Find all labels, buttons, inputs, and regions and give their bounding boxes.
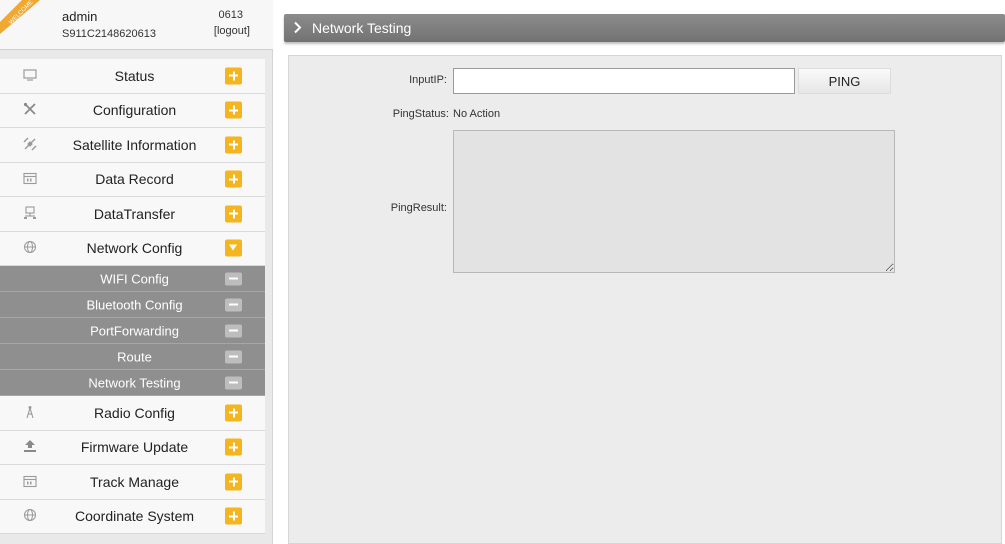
upload-icon: [23, 439, 37, 455]
expand-plus-icon[interactable]: [225, 473, 242, 491]
minus-icon: [225, 376, 242, 389]
collapse-arrow-icon[interactable]: [225, 239, 242, 257]
sidebar: WELCOME admin S911C2148620613 0613 [logo…: [0, 0, 273, 544]
network-testing-form: InputIP: PING PingStatus: No Action Ping…: [288, 55, 1002, 544]
sidebar-item-label: Firmware Update: [80, 439, 189, 456]
sidebar-item-coordinate-system[interactable]: Coordinate System: [0, 499, 265, 534]
sidebar-item-label: Network Config: [86, 240, 183, 257]
antenna-icon: [23, 405, 37, 421]
submenu-item-label: WIFI Config: [100, 271, 169, 286]
ping-result-textarea[interactable]: [453, 130, 895, 273]
page-title: Network Testing: [312, 20, 412, 36]
expand-plus-icon[interactable]: [225, 67, 242, 85]
submenu-item-label: Bluetooth Config: [86, 297, 183, 312]
monitor-icon: [23, 69, 37, 83]
device-serial: S911C2148620613: [62, 28, 156, 40]
expand-plus-icon[interactable]: [225, 136, 242, 154]
tools-icon: [23, 102, 37, 118]
submenu-item-bluetooth-config[interactable]: Bluetooth Config: [0, 292, 265, 318]
calendar-icon: [23, 474, 37, 489]
sidebar-item-configuration[interactable]: Configuration: [0, 93, 265, 128]
expand-plus-icon[interactable]: [225, 404, 242, 422]
submenu-item-label: Route: [117, 349, 152, 364]
sidebar-item-label: DataTransfer: [93, 205, 176, 222]
submenu-item-label: Network Testing: [88, 375, 181, 390]
sidebar-item-status[interactable]: Status: [0, 59, 265, 94]
expand-plus-icon[interactable]: [225, 438, 242, 456]
network-icon: [23, 206, 37, 222]
sidebar-item-label: Status: [114, 67, 155, 84]
chevron-right-icon: [293, 21, 302, 39]
satellite-icon: [23, 137, 37, 153]
expand-plus-icon[interactable]: [225, 101, 242, 119]
minus-icon: [225, 350, 242, 363]
sidebar-item-datatransfer[interactable]: DataTransfer: [0, 197, 265, 232]
submenu-item-wifi-config[interactable]: WIFI Config: [0, 266, 265, 292]
ping-status-value: No Action: [453, 108, 501, 120]
main-content: Network Testing InputIP: PING PingStatus…: [284, 0, 1005, 544]
submenu-item-route[interactable]: Route: [0, 344, 265, 370]
ping-button[interactable]: PING: [798, 68, 891, 94]
page-title-bar: Network Testing: [284, 14, 1005, 42]
username: admin: [62, 9, 98, 24]
minus-icon: [225, 298, 242, 311]
expand-plus-icon[interactable]: [225, 170, 242, 188]
sidebar-item-track-manage[interactable]: Track Manage: [0, 465, 265, 500]
ping-status-label: PingStatus:: [392, 108, 449, 120]
expand-plus-icon[interactable]: [225, 507, 242, 525]
input-ip-field[interactable]: [453, 68, 795, 94]
submenu-item-network-testing[interactable]: Network Testing: [0, 370, 265, 396]
ping-result-label: PingResult:: [390, 202, 447, 214]
sidebar-item-label: Data Record: [95, 171, 174, 188]
submenu-item-portforwarding[interactable]: PortForwarding: [0, 318, 265, 344]
welcome-ribbon-icon: WELCOME: [0, 0, 52, 34]
user-info-panel: WELCOME admin S911C2148620613 0613 [logo…: [0, 0, 273, 50]
device-code: 0613: [218, 9, 243, 21]
logout-link[interactable]: [logout]: [214, 25, 250, 37]
submenu-item-label: PortForwarding: [90, 323, 179, 338]
sidebar-menu: Status Configuration Satellite Informati…: [0, 59, 265, 534]
sidebar-item-satellite-information[interactable]: Satellite Information: [0, 128, 265, 163]
minus-icon: [225, 324, 242, 337]
input-ip-label: InputIP:: [409, 74, 447, 86]
sidebar-item-label: Radio Config: [94, 404, 175, 421]
sidebar-item-data-record[interactable]: Data Record: [0, 162, 265, 197]
sidebar-item-label: Track Manage: [90, 473, 179, 490]
sidebar-item-radio-config[interactable]: Radio Config: [0, 396, 265, 431]
globe-icon: [23, 240, 37, 256]
calendar-icon: [23, 172, 37, 187]
sidebar-item-label: Configuration: [92, 102, 177, 119]
sidebar-item-network-config[interactable]: Network Config: [0, 231, 265, 266]
expand-plus-icon[interactable]: [225, 205, 242, 223]
app-root: WELCOME admin S911C2148620613 0613 [logo…: [0, 0, 1005, 544]
globe-icon: [23, 508, 37, 524]
sidebar-item-label: Coordinate System: [74, 508, 195, 525]
minus-icon: [225, 272, 242, 285]
sidebar-item-firmware-update[interactable]: Firmware Update: [0, 430, 265, 465]
sidebar-item-label: Satellite Information: [72, 136, 197, 153]
